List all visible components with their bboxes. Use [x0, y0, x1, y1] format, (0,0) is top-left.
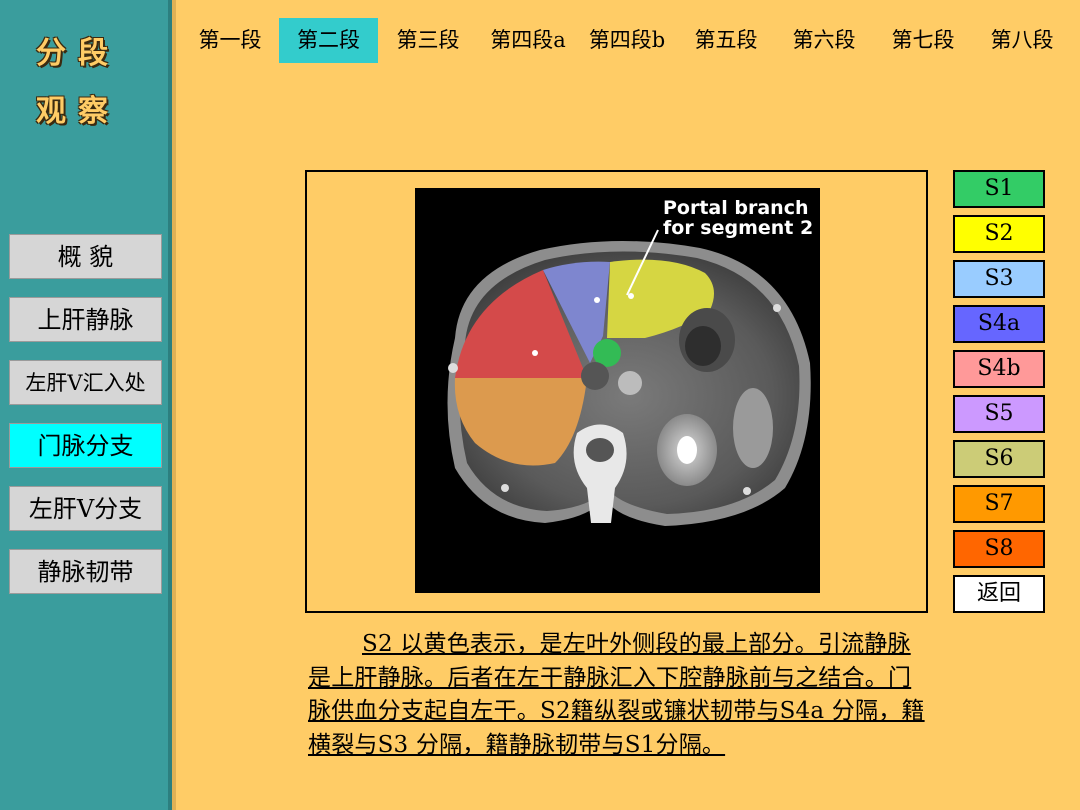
segment-button-s6[interactable]: S6 [953, 440, 1045, 478]
sidebar-item-overview[interactable]: 概 貌 [9, 234, 162, 279]
segment-button-s5[interactable]: S5 [953, 395, 1045, 433]
segment-button-s1[interactable]: S1 [953, 170, 1045, 208]
tab-segment-3[interactable]: 第三段 [385, 18, 471, 63]
sidebar-item-left-hepatic-vein-branches[interactable]: 左肝V分支 [9, 486, 162, 531]
ct-scan-image: Portal branch for segment 2 [415, 188, 820, 593]
sidebar: 分段 观察 概 貌 上肝静脉 左肝V汇入处 门脉分支 左肝V分支 静脉韧带 [0, 0, 172, 810]
logo-title-line-2: 观察 [36, 94, 120, 129]
segment-button-s2[interactable]: S2 [953, 215, 1045, 253]
tab-segment-4b[interactable]: 第四段b [581, 18, 673, 63]
segment-button-s8[interactable]: S8 [953, 530, 1045, 568]
tab-segment-7[interactable]: 第七段 [880, 18, 966, 63]
tab-segment-5[interactable]: 第五段 [683, 18, 769, 63]
segment-button-s4b[interactable]: S4b [953, 350, 1045, 388]
sidebar-item-upper-hepatic-vein[interactable]: 上肝静脉 [9, 297, 162, 342]
tab-segment-2[interactable]: 第二段 [279, 18, 378, 63]
sidebar-item-venous-ligament[interactable]: 静脉韧带 [9, 549, 162, 594]
tab-segment-4a[interactable]: 第四段a [483, 18, 573, 63]
sidebar-item-portal-branches[interactable]: 门脉分支 [9, 423, 162, 468]
segment-description: S2 以黄色表示，是左叶外侧段的最上部分。引流静脉是上肝静脉。后者在左干静脉汇入… [308, 631, 925, 758]
logo-title-line-1: 分段 [36, 36, 120, 71]
tab-segment-8[interactable]: 第八段 [979, 18, 1065, 63]
tab-segment-1[interactable]: 第一段 [187, 18, 273, 63]
annotation-label-line-2: for segment 2 [663, 217, 813, 239]
ct-scan-illustration: Portal branch for segment 2 [415, 188, 820, 593]
segment-button-s3[interactable]: S3 [953, 260, 1045, 298]
back-button[interactable]: 返回 [953, 575, 1045, 613]
sidebar-divider [172, 0, 176, 810]
tab-segment-6[interactable]: 第六段 [781, 18, 867, 63]
segment-button-s4a[interactable]: S4a [953, 305, 1045, 343]
sidebar-item-left-hepatic-vein-junction[interactable]: 左肝V汇入处 [9, 360, 162, 405]
annotation-label-line-1: Portal branch [663, 197, 809, 219]
segment-button-s7[interactable]: S7 [953, 485, 1045, 523]
